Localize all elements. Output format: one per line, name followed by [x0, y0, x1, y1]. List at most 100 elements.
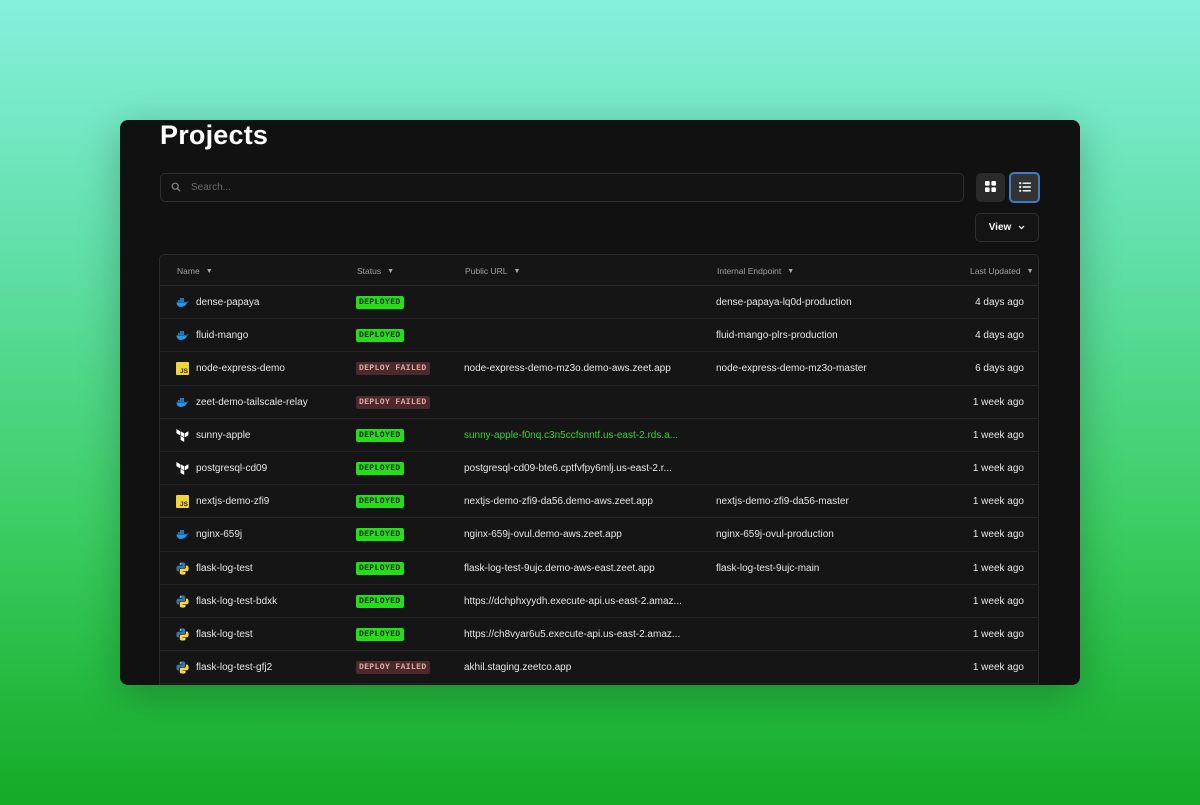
table-row[interactable]: zeet-demo-tailscale-relay DEPLOY FAILED … [160, 386, 1038, 419]
table-row[interactable]: flask-log-test DEPLOYED flask-log-test-9… [160, 552, 1038, 585]
page-title: Projects [160, 120, 269, 150]
project-name[interactable]: sunny-apple [196, 430, 250, 441]
projects-window: Projects View Name ▼ Status ▼ [120, 120, 1080, 685]
project-name[interactable]: flask-log-test [196, 563, 253, 574]
sort-caret-icon: ▼ [387, 267, 395, 275]
status-badge: DEPLOY FAILED [356, 362, 430, 376]
public-url-cell: https://ch8vyar6u5.execute-api.us-east-2… [464, 618, 700, 651]
docker-icon [176, 396, 189, 409]
project-name[interactable]: nginx-659j [196, 529, 242, 540]
table-body: dense-papaya DEPLOYED dense-papaya-lq0d-… [160, 286, 1038, 685]
js-icon: JS [176, 362, 189, 376]
list-view-button[interactable] [1009, 172, 1040, 203]
table-row[interactable]: flask-log-test-gfj2 DEPLOY FAILED akhil.… [160, 651, 1038, 685]
last-updated-cell: 1 week ago [973, 585, 1024, 618]
last-updated: 1 week ago [972, 496, 1024, 508]
table-row[interactable]: fluid-mango DEPLOYED fluid-mango-plrs-pr… [160, 319, 1038, 353]
public-url[interactable]: https://ch8vyar6u5.execute-api.us-east-2… [464, 629, 700, 640]
internal-endpoint: fluid-mango-plrs-production [716, 330, 838, 342]
table-row[interactable]: flask-log-test DEPLOYED https://ch8vyar6… [160, 618, 1038, 652]
status-badge: DEPLOYED [356, 561, 404, 575]
status-badge: DEPLOYED [356, 594, 404, 608]
column-label: Status [357, 266, 382, 276]
table-row[interactable]: sunny-apple DEPLOYED sunny-apple-f0nq.c3… [160, 419, 1038, 452]
last-updated: 1 week ago [972, 396, 1024, 408]
status-cell: DEPLOYED [356, 618, 404, 651]
name-cell: flask-log-test [176, 618, 253, 651]
column-label: Name [177, 266, 200, 276]
column-header-internal-endpoint[interactable]: Internal Endpoint ▼ [717, 266, 794, 276]
grid-icon [985, 179, 996, 197]
search-box[interactable] [160, 173, 964, 202]
projects-table: Name ▼ Status ▼ Public URL ▼ Internal Endpo… [159, 254, 1039, 685]
public-url[interactable]: postgresql-cd09-bte6.cptfvfpy6mlj.us-eas… [464, 463, 700, 474]
last-updated-cell: 1 week ago [973, 518, 1024, 551]
column-header-status[interactable]: Status ▼ [357, 266, 394, 276]
public-url[interactable]: nginx-659j-ovul.demo-aws.zeet.app [464, 529, 700, 540]
docker-icon [176, 329, 189, 342]
status-cell: DEPLOYED [356, 485, 404, 518]
search-input[interactable] [191, 182, 951, 193]
column-label: Public URL [465, 266, 508, 276]
public-url-cell: flask-log-test-9ujc.demo-aws-east.zeet.a… [464, 552, 700, 585]
internal-endpoint: flask-log-test-9ujc-main [716, 562, 820, 574]
python-icon [176, 595, 189, 608]
terraform-icon [176, 461, 189, 475]
last-updated: 1 week ago [972, 662, 1024, 674]
last-updated: 1 week ago [972, 462, 1024, 474]
public-url-cell [464, 286, 700, 319]
public-url-cell: sunny-apple-f0nq.c3n5ccfsnntf.us-east-2.… [464, 419, 700, 452]
docker-icon [176, 296, 189, 309]
column-header-name[interactable]: Name ▼ [177, 266, 213, 276]
name-cell: flask-log-test-bdxk [176, 585, 277, 618]
column-header-public-url[interactable]: Public URL ▼ [465, 266, 520, 276]
table-row[interactable]: JS node-express-demo DEPLOY FAILED node-… [160, 352, 1038, 386]
status-badge: DEPLOYED [356, 296, 404, 309]
grid-view-button[interactable] [976, 173, 1005, 202]
table-row[interactable]: postgresql-cd09 DEPLOYED postgresql-cd09… [160, 452, 1038, 486]
project-name[interactable]: dense-papaya [196, 297, 259, 308]
column-header-last-updated[interactable]: Last Updated ▼ [970, 266, 1034, 276]
table-row[interactable]: dense-papaya DEPLOYED dense-papaya-lq0d-… [160, 286, 1038, 320]
project-name[interactable]: nextjs-demo-zfi9 [196, 496, 269, 507]
project-name[interactable]: node-express-demo [196, 363, 285, 374]
python-icon [176, 561, 189, 575]
table-row[interactable]: flask-log-test-bdxk DEPLOYED https://dch… [160, 585, 1038, 618]
sort-caret-icon: ▼ [1026, 267, 1034, 275]
public-url[interactable]: sunny-apple-f0nq.c3n5ccfsnntf.us-east-2.… [464, 430, 700, 441]
status-cell: DEPLOYED [356, 319, 404, 352]
project-name[interactable]: flask-log-test [196, 629, 253, 640]
public-url[interactable]: node-express-demo-mz3o.demo-aws.zeet.app [464, 363, 700, 374]
public-url[interactable]: https://dchphxyydh.execute-api.us-east-2… [464, 596, 700, 607]
public-url[interactable]: flask-log-test-9ujc.demo-aws-east.zeet.a… [464, 563, 700, 574]
status-cell: DEPLOY FAILED [356, 651, 430, 684]
python-icon [176, 661, 189, 674]
last-updated-cell: 1 week ago [973, 651, 1024, 684]
name-cell: zeet-demo-tailscale-relay [176, 386, 308, 419]
project-name[interactable]: flask-log-test-bdxk [196, 596, 277, 607]
view-label: View [988, 222, 1012, 233]
last-updated: 1 week ago [972, 628, 1024, 640]
last-updated: 1 week ago [972, 562, 1024, 574]
internal-endpoint-cell: node-express-demo-mz3o-master [716, 352, 867, 385]
internal-endpoint-cell: nginx-659j-ovul-production [716, 518, 834, 551]
last-updated: 4 days ago [975, 330, 1024, 342]
view-dropdown-button[interactable]: View [975, 213, 1039, 242]
table-row[interactable]: JS nextjs-demo-zfi9 DEPLOYED nextjs-demo… [160, 485, 1038, 519]
status-cell: DEPLOYED [356, 452, 404, 485]
public-url[interactable]: akhil.staging.zeetco.app [464, 662, 700, 673]
table-row[interactable]: nginx-659j DEPLOYED nginx-659j-ovul.demo… [160, 518, 1038, 552]
project-name[interactable]: postgresql-cd09 [196, 463, 267, 474]
project-name[interactable]: fluid-mango [196, 330, 248, 341]
docker-icon [176, 528, 189, 541]
internal-endpoint: node-express-demo-mz3o-master [716, 363, 867, 375]
public-url-cell: https://dchphxyydh.execute-api.us-east-2… [464, 585, 700, 618]
public-url-cell: akhil.staging.zeetco.app [464, 651, 700, 684]
chevron-down-icon [1018, 222, 1025, 233]
internal-endpoint: nextjs-demo-zfi9-da56-master [716, 496, 849, 508]
project-name[interactable]: zeet-demo-tailscale-relay [196, 397, 308, 408]
name-cell: JS nextjs-demo-zfi9 [176, 485, 269, 518]
public-url[interactable]: nextjs-demo-zfi9-da56.demo-aws.zeet.app [464, 496, 700, 507]
project-name[interactable]: flask-log-test-gfj2 [196, 662, 272, 673]
sort-caret-icon: ▼ [513, 267, 521, 275]
